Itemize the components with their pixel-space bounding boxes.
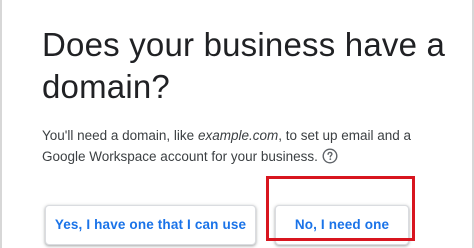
description-example-domain: example.com (197, 128, 279, 143)
yes-have-domain-button[interactable]: Yes, I have one that I can use (45, 205, 256, 245)
page-title: Does your business have a domain? (42, 26, 446, 105)
help-circle-icon[interactable] (322, 148, 338, 164)
description-before: You'll need a domain, like (42, 128, 198, 143)
description-text: You'll need a domain, like example.com, … (42, 125, 452, 167)
no-need-domain-button[interactable]: No, I need one (275, 205, 409, 245)
